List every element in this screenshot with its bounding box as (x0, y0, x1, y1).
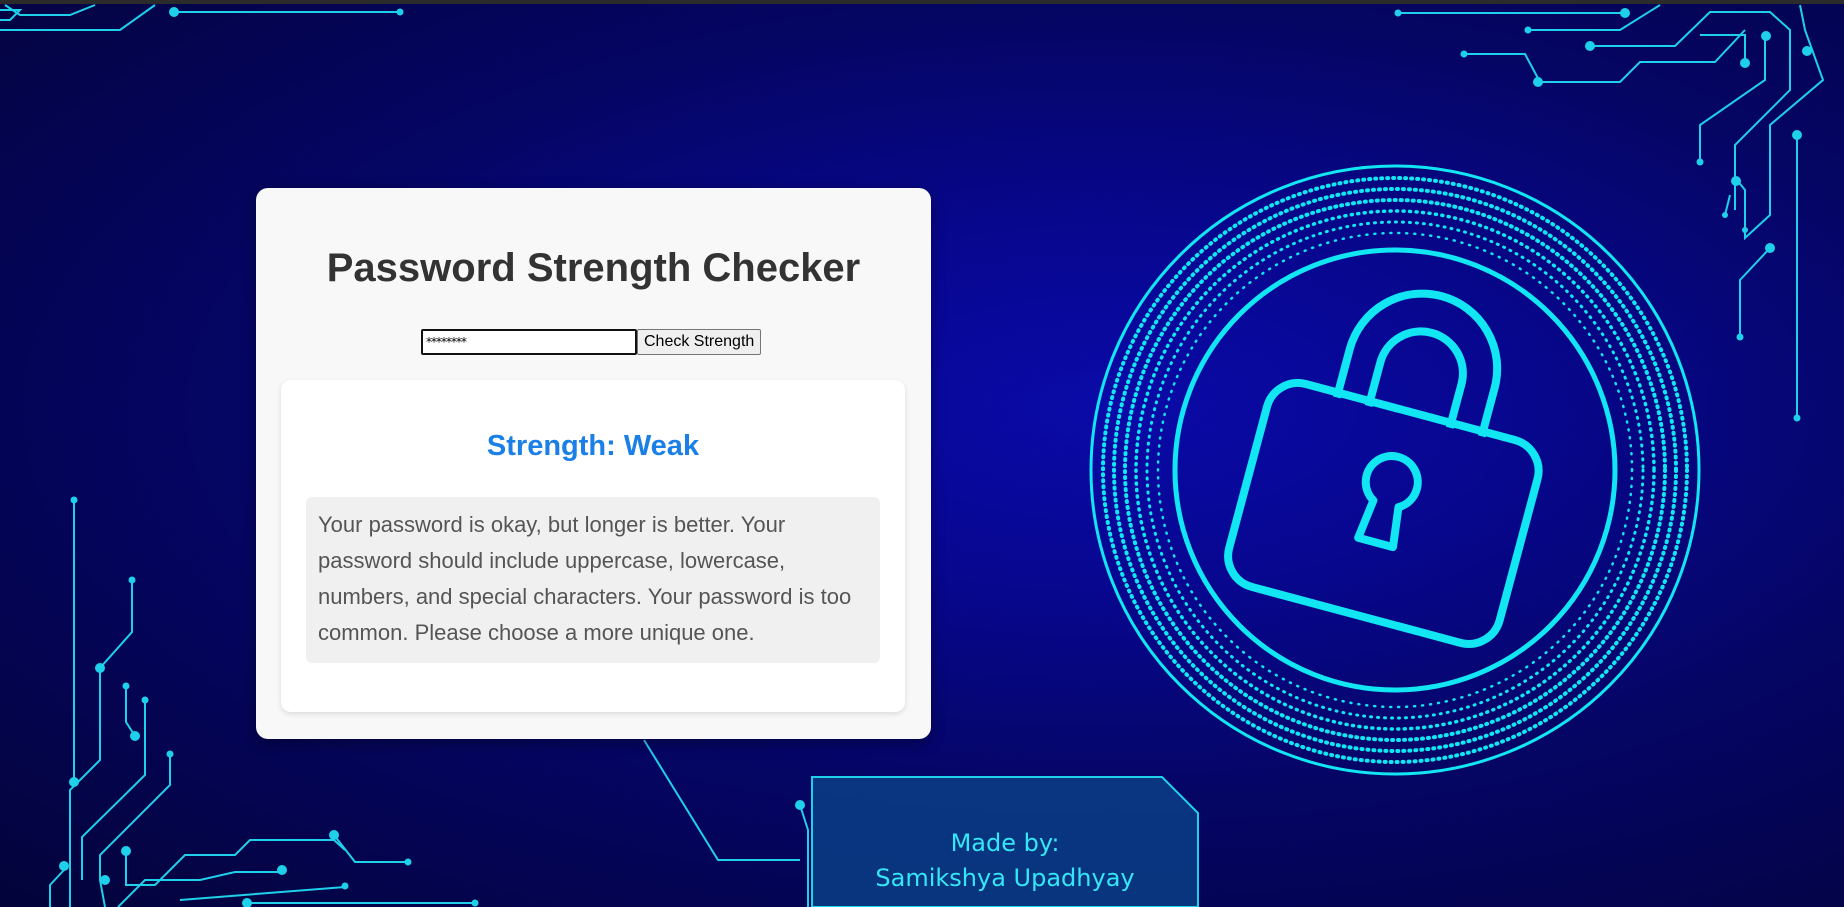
made-by-label: Made by: (950, 829, 1060, 857)
page-title: Password Strength Checker (326, 246, 861, 290)
feedback-text: Your password is okay, but longer is bet… (306, 497, 880, 663)
author-name: Samikshya Upadhyay (875, 864, 1135, 892)
credit-box: Made by: Samikshya Upadhyay (812, 777, 1198, 907)
strength-label: Strength: Weak (486, 430, 700, 462)
checker-card: Password Strength Checker Check Strength… (256, 188, 931, 739)
password-form: Check Strength (421, 329, 762, 355)
password-input[interactable] (421, 329, 637, 355)
check-strength-button[interactable]: Check Strength (637, 329, 762, 355)
credit-text: Made by: Samikshya Upadhyay (812, 826, 1198, 896)
lock-emblem (1089, 164, 1701, 776)
result-panel: Strength: Weak Your password is okay, bu… (281, 380, 905, 712)
padlock-icon (1224, 289, 1543, 648)
